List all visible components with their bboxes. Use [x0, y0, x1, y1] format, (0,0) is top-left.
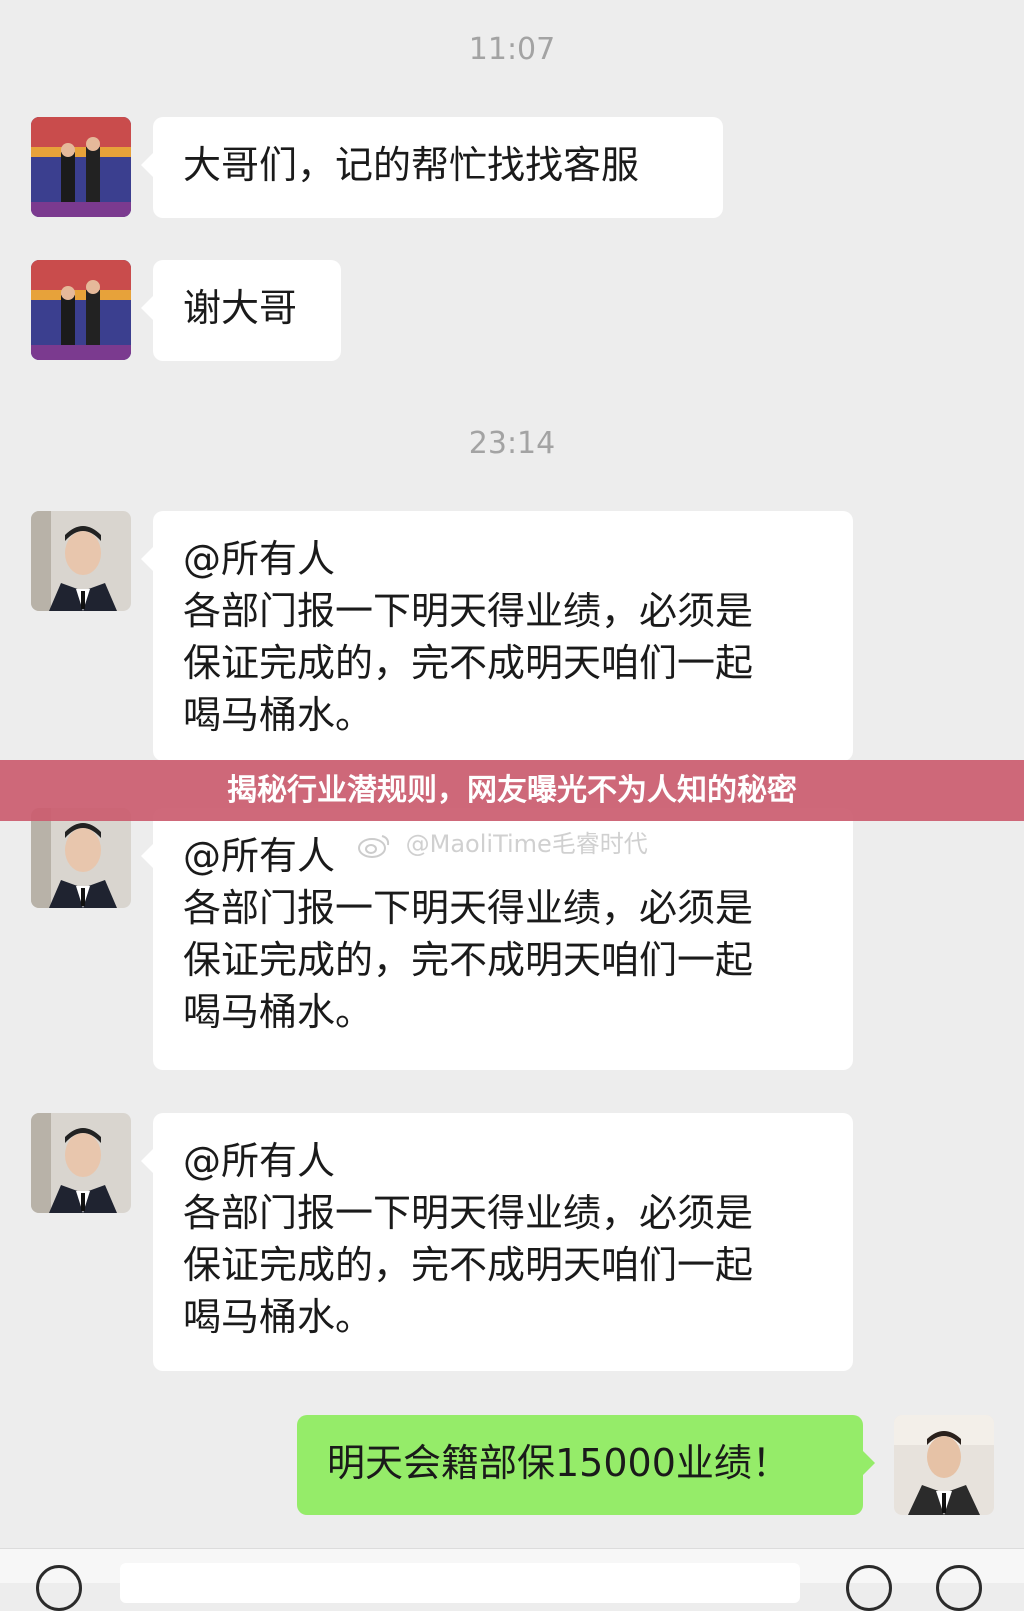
message-text: 喝马桶水。 — [183, 693, 374, 737]
message-text: 谢大哥 — [183, 286, 298, 330]
message-text: 明天会籍部保15000业绩！ — [327, 1441, 790, 1485]
timestamp-2: 23:14 — [468, 426, 556, 461]
message-bubble-6[interactable]: 明天会籍部保15000业绩！ — [297, 1415, 875, 1515]
voice-button[interactable] — [36, 1565, 82, 1611]
message-bubble-1[interactable]: 大哥们，记的帮忙找找客服 — [141, 117, 723, 218]
message-bubble-2[interactable]: 谢大哥 — [141, 260, 341, 361]
man-in-vest-avatar[interactable] — [894, 1415, 994, 1515]
watermark: @MaoliTime毛睿时代 — [356, 826, 648, 862]
man-in-suit-avatar[interactable] — [31, 1113, 131, 1213]
emoji-button[interactable] — [846, 1565, 892, 1611]
message-text: 各部门报一下明天得业绩，必须是 — [183, 886, 754, 930]
input-bar — [0, 1548, 1024, 1611]
message-text: 喝马桶水。 — [183, 990, 374, 1034]
message-text: 保证完成的，完不成明天咱们一起 — [183, 938, 754, 982]
man-in-suit-avatar[interactable] — [31, 808, 131, 908]
message-input[interactable] — [120, 1563, 800, 1603]
message-text: 喝马桶水。 — [183, 1295, 374, 1339]
weibo-icon — [356, 832, 392, 858]
message-text: 保证完成的，完不成明天咱们一起 — [183, 641, 754, 685]
group-photo-avatar[interactable] — [31, 260, 131, 360]
group-photo-avatar[interactable] — [31, 117, 131, 217]
message-bubble-5[interactable]: @所有人 各部门报一下明天得业绩，必须是 保证完成的，完不成明天咱们一起 喝马桶… — [141, 1113, 853, 1371]
more-button[interactable] — [936, 1565, 982, 1611]
watermark-text: @MaoliTime毛睿时代 — [405, 830, 648, 858]
man-in-suit-avatar[interactable] — [31, 511, 131, 611]
message-text: 大哥们，记的帮忙找找客服 — [183, 143, 640, 187]
message-text: 各部门报一下明天得业绩，必须是 — [183, 1191, 754, 1235]
message-text: @所有人 — [183, 1139, 336, 1183]
headline-banner: 揭秘行业潜规则，网友曝光不为人知的秘密 — [0, 760, 1024, 821]
message-bubble-3[interactable]: @所有人 各部门报一下明天得业绩，必须是 保证完成的，完不成明天咱们一起 喝马桶… — [141, 511, 853, 761]
timestamp-1: 11:07 — [468, 32, 556, 67]
message-text: 保证完成的，完不成明天咱们一起 — [183, 1243, 754, 1287]
message-text: @所有人 — [183, 537, 336, 581]
message-text: 各部门报一下明天得业绩，必须是 — [183, 589, 754, 633]
